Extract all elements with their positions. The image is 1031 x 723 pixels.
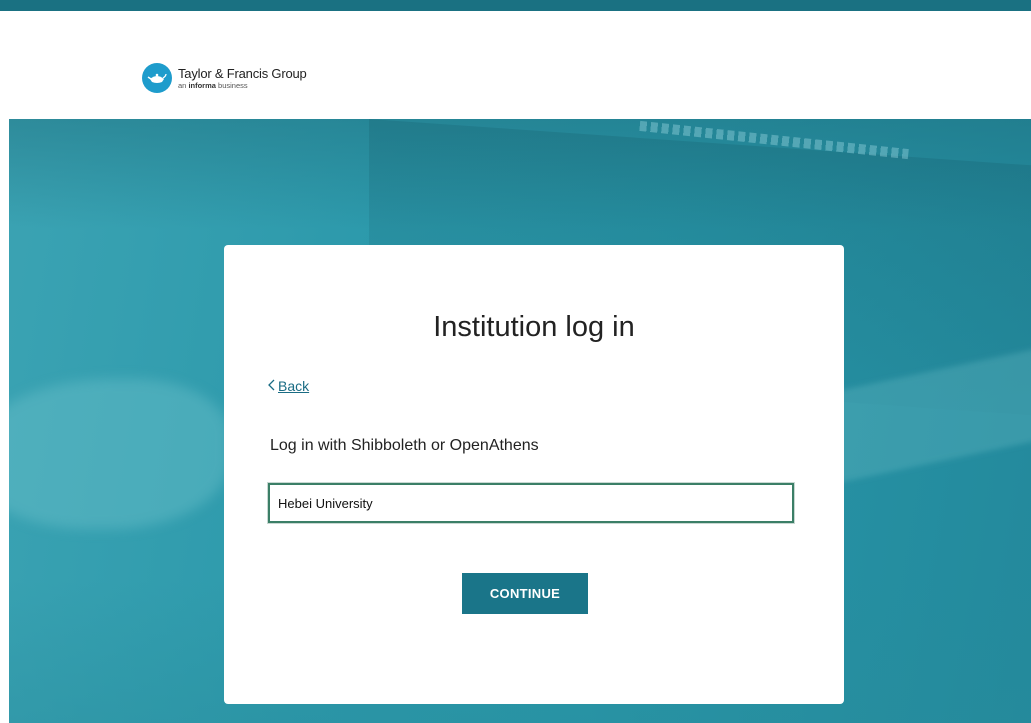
- logo-subtitle: an informa business: [178, 80, 248, 90]
- login-card: Institution log in Back Log in with Shib…: [224, 245, 844, 704]
- site-header: Taylor & Francis Group an informa busine…: [0, 11, 1031, 119]
- teapot-lamp-icon: [142, 63, 172, 93]
- institution-search-input[interactable]: [267, 482, 795, 524]
- login-method-label: Log in with Shibboleth or OpenAthens: [270, 437, 539, 454]
- taylor-francis-logo[interactable]: Taylor & Francis Group an informa busine…: [142, 63, 307, 93]
- top-accent-bar: [0, 0, 1031, 11]
- back-link[interactable]: Back: [267, 378, 309, 394]
- chevron-left-icon: [267, 379, 275, 394]
- continue-button[interactable]: CONTINUE: [462, 573, 588, 614]
- back-link-label: Back: [278, 378, 310, 394]
- page-title: Institution log in: [433, 311, 635, 343]
- logo-title: Taylor & Francis Group: [178, 65, 307, 81]
